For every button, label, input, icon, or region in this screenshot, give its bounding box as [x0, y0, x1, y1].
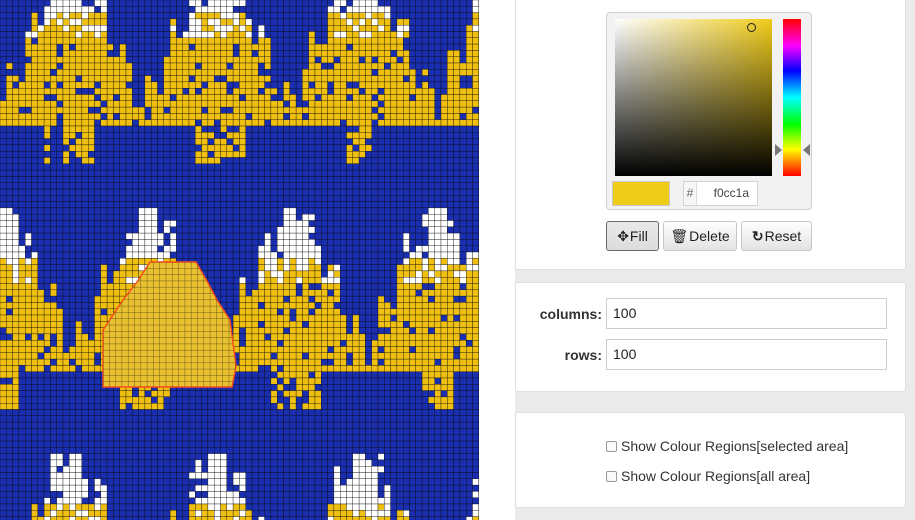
hue-arrow-right-icon[interactable] [803, 144, 810, 156]
show-regions-selected-label: Show Colour Regions[selected area] [621, 438, 849, 454]
reset-button-label: Reset [764, 228, 802, 244]
refresh-icon: ↻ [751, 228, 764, 244]
reset-button[interactable]: ↻ Reset [741, 221, 812, 251]
hex-input[interactable]: # f0cc1a [683, 181, 758, 206]
regions-panel: Show Colour Regions[selected area] Show … [515, 412, 906, 508]
show-regions-all-label: Show Colour Regions[all area] [621, 468, 811, 484]
delete-button-label: Delete [689, 228, 730, 244]
rows-input[interactable]: 100 [606, 339, 887, 370]
hex-prefix: # [684, 182, 697, 205]
size-panel: columns: 100 rows: 100 [515, 282, 906, 392]
hue-arrow-left-icon[interactable] [775, 144, 782, 156]
show-regions-selected-checkbox[interactable]: Show Colour Regions[selected area] [606, 438, 848, 454]
columns-input[interactable]: 100 [606, 298, 887, 329]
trash-icon: 🗑 [670, 228, 689, 244]
fill-button-label: Fill [629, 228, 648, 244]
color-picker: # f0cc1a [606, 12, 812, 210]
hex-value[interactable]: f0cc1a [704, 182, 753, 205]
scroll-gutter [479, 0, 515, 520]
pattern-grid[interactable] [0, 0, 479, 520]
rows-label: rows: [564, 347, 602, 363]
columns-label: columns: [539, 306, 602, 322]
pattern-canvas[interactable] [0, 0, 479, 520]
current-color-swatch [612, 181, 670, 206]
delete-button[interactable]: 🗑 Delete [663, 221, 737, 251]
hue-slider[interactable] [783, 19, 801, 176]
checkbox-box[interactable] [606, 440, 617, 452]
color-panel: # f0cc1a ✥ Fill 🗑 Delete ↻ Reset [515, 0, 906, 270]
checkbox-box[interactable] [606, 470, 617, 482]
fill-button[interactable]: ✥ Fill [606, 221, 659, 251]
show-regions-all-checkbox[interactable]: Show Colour Regions[all area] [606, 468, 810, 484]
color-handle[interactable] [747, 23, 756, 32]
move-icon: ✥ [617, 228, 629, 244]
saturation-value-area[interactable] [615, 19, 772, 176]
